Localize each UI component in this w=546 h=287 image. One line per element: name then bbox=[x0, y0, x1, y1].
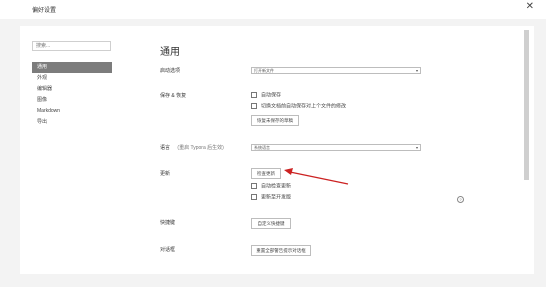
annotation-arrow-icon bbox=[284, 168, 349, 185]
